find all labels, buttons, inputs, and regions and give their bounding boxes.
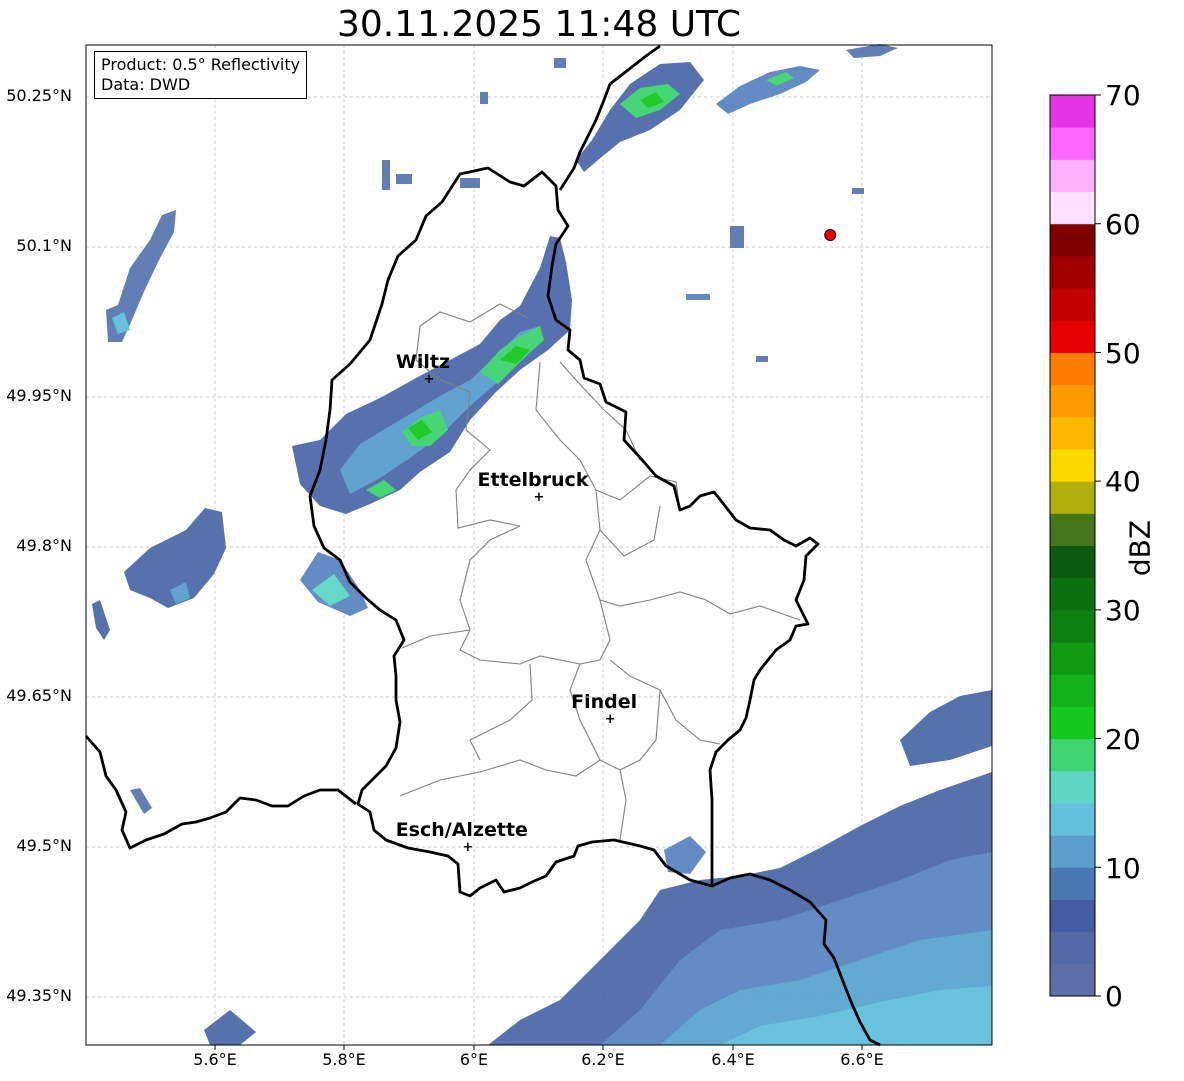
echo-speck-6 bbox=[756, 356, 768, 362]
radar-map: +Wiltz+Ettelbruck+Findel+Esch/Alzette bbox=[84, 44, 1101, 1050]
colorbar-segment bbox=[1050, 738, 1095, 772]
colorbar-segment bbox=[1050, 255, 1095, 289]
colorbar-segment bbox=[1050, 706, 1095, 740]
colorbar-tick-label: 70 bbox=[1105, 79, 1141, 112]
echo-speck-4 bbox=[686, 294, 710, 300]
echo-speck-5 bbox=[730, 226, 744, 248]
colorbar-segment bbox=[1050, 642, 1095, 675]
city-marker-wiltz: + bbox=[424, 372, 435, 387]
lat-tick-label: 50.1°N bbox=[16, 236, 72, 255]
lat-tick-label: 49.5°N bbox=[16, 836, 72, 855]
colorbar-segment bbox=[1050, 95, 1095, 128]
colorbar-segment bbox=[1050, 609, 1095, 643]
colorbar-tick-label: 10 bbox=[1105, 852, 1141, 885]
colorbar-segment bbox=[1050, 545, 1095, 579]
colorbar-segment bbox=[1050, 770, 1095, 804]
lon-tick-label: 5.8°E bbox=[322, 1050, 366, 1069]
city-label-ettelbruck: Ettelbruck bbox=[478, 469, 589, 491]
colorbar-label: dBZ bbox=[1123, 519, 1157, 577]
lat-tick-label: 49.65°N bbox=[6, 686, 72, 705]
echo-speck-2 bbox=[396, 174, 412, 184]
colorbar-segment bbox=[1050, 448, 1095, 482]
radar-site-marker bbox=[824, 229, 837, 241]
city-label-findel: Findel bbox=[571, 691, 637, 713]
echo-speck-3 bbox=[460, 178, 480, 188]
colorbar-segment bbox=[1050, 159, 1095, 193]
colorbar-tick-label: 0 bbox=[1105, 980, 1123, 1013]
colorbar-segment bbox=[1050, 416, 1095, 450]
echo-speck-9 bbox=[554, 58, 566, 68]
city-marker-ettelbruck: + bbox=[534, 490, 545, 505]
colorbar-segment bbox=[1050, 288, 1095, 321]
lat-tick-label: 49.95°N bbox=[6, 386, 72, 405]
colorbar-tick-label: 30 bbox=[1105, 594, 1141, 627]
colorbar-segment bbox=[1050, 931, 1095, 965]
colorbar-segment bbox=[1050, 384, 1095, 418]
colorbar-segment bbox=[1050, 320, 1095, 353]
echo-speck-7 bbox=[852, 188, 864, 194]
colorbar-segment bbox=[1050, 127, 1095, 160]
lon-tick-label: 6.6°E bbox=[840, 1050, 884, 1069]
colorbar-segment bbox=[1050, 963, 1095, 997]
colorbar-segment bbox=[1050, 513, 1095, 546]
city-marker-findel: + bbox=[605, 712, 616, 727]
colorbar-tick-label: 50 bbox=[1105, 337, 1141, 370]
lon-tick-label: 6.4°E bbox=[711, 1050, 755, 1069]
lat-tick-label: 49.35°N bbox=[6, 986, 72, 1005]
echo-speck-1 bbox=[382, 160, 390, 190]
lon-tick-label: 6°E bbox=[459, 1050, 489, 1069]
colorbar-tick-label: 40 bbox=[1105, 465, 1141, 498]
lon-tick-label: 6.2°E bbox=[581, 1050, 625, 1069]
colorbar-tick-label: 60 bbox=[1105, 208, 1141, 241]
info-data-source: Data: DWD bbox=[101, 75, 191, 94]
lat-tick-label: 50.25°N bbox=[6, 86, 72, 105]
colorbar-segment bbox=[1050, 481, 1095, 514]
colorbar-segment bbox=[1050, 674, 1095, 707]
city-marker-esch-alzette: + bbox=[462, 840, 473, 855]
colorbar-tick-label: 20 bbox=[1105, 723, 1141, 756]
lon-tick-label: 5.6°E bbox=[193, 1050, 237, 1069]
colorbar-segment bbox=[1050, 352, 1095, 386]
city-label-wiltz: Wiltz bbox=[396, 351, 450, 373]
colorbar-segment bbox=[1050, 899, 1095, 933]
colorbar-segment bbox=[1050, 867, 1095, 900]
colorbar-segment bbox=[1050, 835, 1095, 868]
colorbar-segment bbox=[1050, 191, 1095, 225]
city-label-esch-alzette: Esch/Alzette bbox=[396, 819, 528, 841]
echo-speck-10 bbox=[480, 92, 488, 104]
colorbar-segment bbox=[1050, 802, 1095, 836]
colorbar-segment bbox=[1050, 577, 1095, 611]
colorbar bbox=[1049, 94, 1101, 997]
colorbar-segment bbox=[1050, 223, 1095, 257]
lat-tick-label: 49.8°N bbox=[16, 536, 72, 555]
info-product: Product: 0.5° Reflectivity bbox=[101, 55, 301, 74]
info-box: Product: 0.5° Reflectivity Data: DWD bbox=[94, 51, 308, 99]
axis-ticks bbox=[214, 1045, 863, 1050]
